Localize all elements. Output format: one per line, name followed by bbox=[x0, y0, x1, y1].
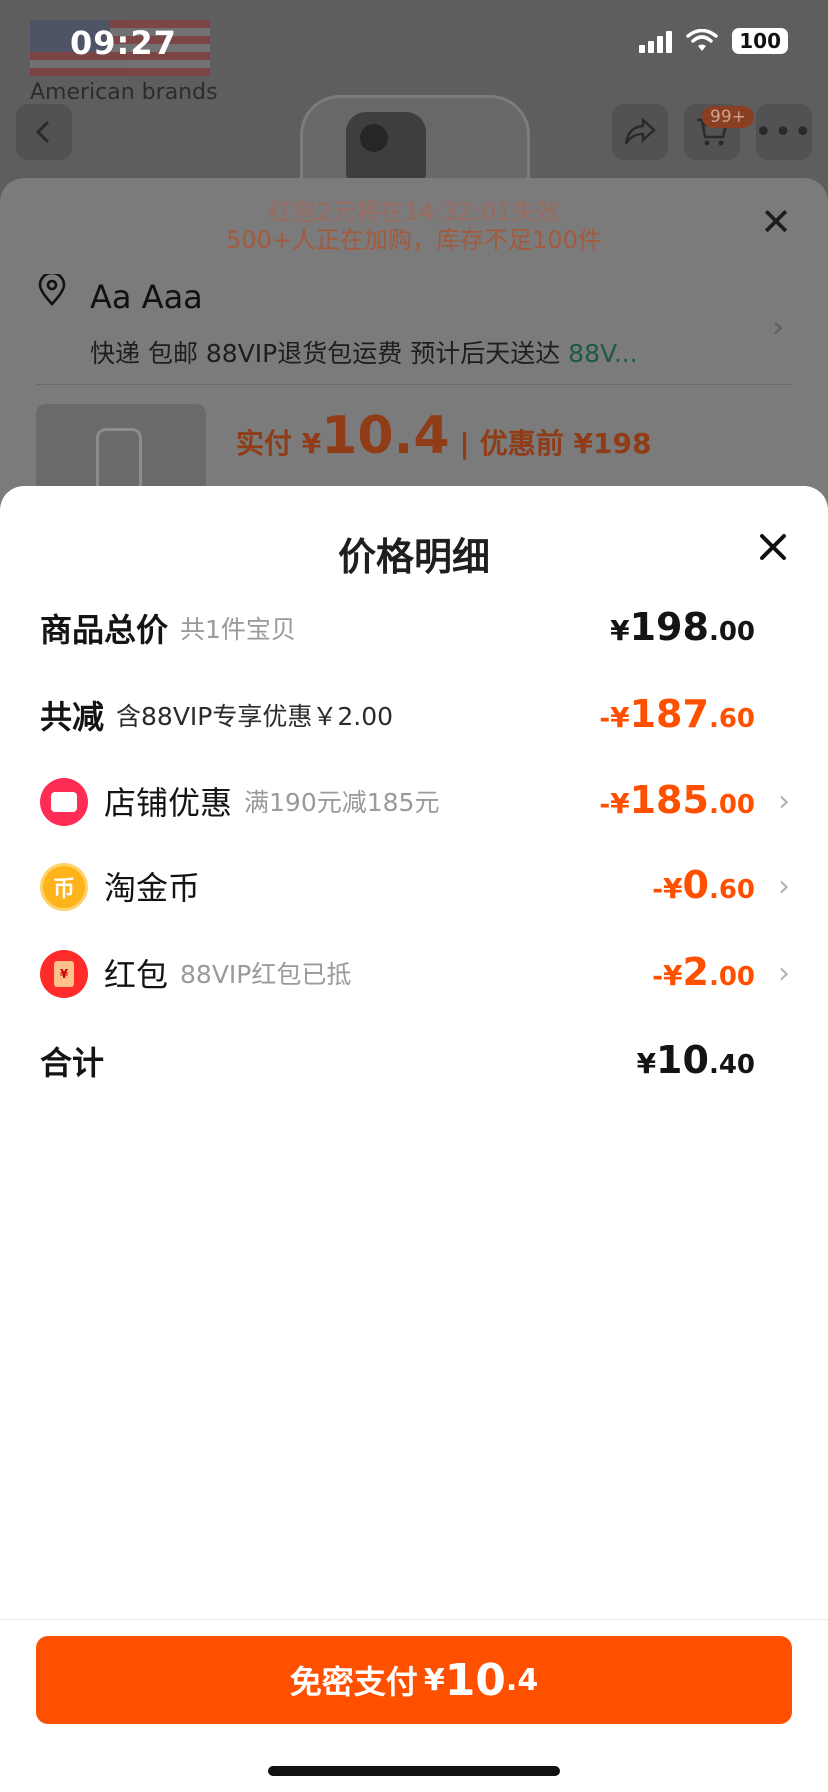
currency-symbol: ¥ bbox=[423, 1662, 445, 1698]
amount-sign: - bbox=[599, 704, 611, 734]
status-bar-icons: 100 bbox=[639, 28, 788, 54]
row-label-group: 商品总价 共1件宝贝 bbox=[40, 593, 296, 663]
amount-integer: 187 bbox=[629, 692, 709, 736]
chevron-right-icon[interactable]: › bbox=[772, 310, 784, 345]
pay-button-label: 免密支付 bbox=[289, 1663, 418, 1701]
more-icon: ••• bbox=[754, 114, 814, 150]
gold-coin-icon: 币 bbox=[40, 863, 88, 911]
shop-icon bbox=[40, 778, 88, 826]
share-icon bbox=[624, 117, 656, 145]
row-label-group: 淘金币 bbox=[104, 851, 200, 921]
amount-sign: - bbox=[599, 790, 611, 820]
stock-notice: 500+人正在加购，库存不足100件 bbox=[226, 226, 602, 254]
row-red-packet[interactable]: ¥ 红包 88VIP红包已抵 - ¥2.00 › bbox=[0, 938, 828, 1008]
delivery-text: 快递 包邮 88VIP退货包运费 预计后天送达 bbox=[90, 339, 561, 368]
currency-symbol: ¥ bbox=[663, 959, 683, 992]
amount-decimal: .00 bbox=[708, 617, 755, 647]
row-sub: 共1件宝贝 bbox=[180, 615, 296, 644]
delivery-info: 快递 包邮 88VIP退货包运费 预计后天送达 88V... bbox=[90, 334, 638, 370]
pay-summary: 实付 ¥10.4 | 优惠前 ¥198 bbox=[236, 406, 651, 466]
row-label-group: 共减 含88VIP专享优惠￥2.00 bbox=[40, 680, 393, 750]
amount-integer: 198 bbox=[629, 605, 709, 649]
amount-decimal: .00 bbox=[708, 790, 755, 820]
row-amount: - ¥185.00 bbox=[599, 766, 755, 836]
delivery-vip-text: 88V... bbox=[568, 339, 638, 368]
chevron-right-icon: › bbox=[778, 955, 790, 991]
red-packet-icon: ¥ bbox=[40, 950, 88, 998]
row-label: 淘金币 bbox=[104, 869, 201, 907]
currency-symbol: ¥ bbox=[663, 872, 683, 905]
row-label: 合计 bbox=[40, 1044, 105, 1082]
row-gold-coin[interactable]: 币 淘金币 - ¥0.60 › bbox=[0, 851, 828, 921]
before-discount-price: 优惠前 ¥198 bbox=[479, 427, 652, 460]
amount-decimal: .60 bbox=[708, 704, 755, 734]
footer-divider bbox=[0, 1619, 828, 1620]
home-indicator bbox=[268, 1766, 560, 1776]
pay-amount: 10.4 bbox=[321, 406, 450, 466]
amount-integer: 10 bbox=[444, 1654, 506, 1706]
close-icon bbox=[760, 534, 786, 560]
amount-decimal: .4 bbox=[505, 1662, 539, 1698]
chevron-right-icon: › bbox=[778, 868, 790, 904]
amount-integer: 0 bbox=[682, 863, 709, 907]
row-label: 店铺优惠 bbox=[104, 784, 233, 822]
pay-label: 实付 ¥ bbox=[236, 427, 322, 460]
row-shop-discount[interactable]: 店铺优惠 满190元减185元 - ¥185.00 › bbox=[0, 766, 828, 836]
currency-symbol: ¥ bbox=[610, 787, 630, 820]
red-packet-glyph: ¥ bbox=[54, 961, 74, 987]
order-sheet-close-button[interactable]: ✕ bbox=[760, 200, 792, 244]
status-bar-time: 09:27 bbox=[70, 24, 177, 62]
amount-decimal: .40 bbox=[708, 1050, 755, 1080]
more-button[interactable]: ••• bbox=[754, 104, 814, 160]
amount-integer: 185 bbox=[629, 778, 709, 822]
row-amount: ¥10.40 bbox=[637, 1026, 755, 1096]
address-name[interactable]: Aa Aaa bbox=[90, 278, 203, 316]
cellular-signal-icon bbox=[639, 29, 673, 53]
separator: | bbox=[459, 427, 470, 460]
row-label-group: 红包 88VIP红包已抵 bbox=[104, 938, 351, 1008]
row-amount: - ¥187.60 bbox=[599, 680, 755, 750]
row-label: 红包 bbox=[104, 956, 169, 994]
row-total-discount: 共减 含88VIP专享优惠￥2.00 - ¥187.60 bbox=[0, 680, 828, 750]
row-total-goods-price: 商品总价 共1件宝贝 ¥198.00 bbox=[0, 593, 828, 663]
order-sheet: 红包2元将在14:32:01失效 500+人正在加购，库存不足100件 ✕ Aa… bbox=[0, 178, 828, 534]
row-amount: - ¥2.00 bbox=[652, 938, 755, 1008]
row-label: 商品总价 bbox=[40, 611, 169, 649]
divider bbox=[36, 384, 792, 385]
row-sub: 88VIP红包已抵 bbox=[180, 960, 352, 989]
price-detail-sheet: 价格明细 商品总价 共1件宝贝 ¥198.00 共减 含88VIP专享优惠￥2.… bbox=[0, 486, 828, 1792]
row-label-group: 合计 bbox=[40, 1026, 104, 1096]
amount-decimal: .60 bbox=[708, 875, 755, 905]
row-grand-total: 合计 ¥10.40 bbox=[0, 1026, 828, 1096]
chevron-right-icon: › bbox=[778, 783, 790, 819]
row-sub: 含88VIP专享优惠￥2.00 bbox=[116, 702, 394, 731]
share-button[interactable] bbox=[612, 104, 668, 160]
amount-sign: - bbox=[652, 875, 663, 905]
row-label: 共减 bbox=[40, 698, 105, 736]
amount-sign: - bbox=[652, 962, 663, 992]
location-pin-icon bbox=[38, 274, 66, 306]
amount-integer: 10 bbox=[656, 1038, 709, 1082]
back-button[interactable] bbox=[16, 104, 72, 160]
sheet-title: 价格明细 bbox=[337, 535, 490, 579]
currency-symbol: ¥ bbox=[610, 614, 630, 647]
chevron-left-icon bbox=[35, 120, 50, 144]
row-label-group: 店铺优惠 满190元减185元 bbox=[104, 766, 439, 836]
brand-caption: American brands bbox=[30, 80, 218, 105]
close-button[interactable] bbox=[758, 526, 788, 572]
amount-decimal: .00 bbox=[708, 962, 755, 992]
password-free-pay-button[interactable]: 免密支付 ¥10.4 bbox=[36, 1636, 792, 1724]
currency-symbol: ¥ bbox=[636, 1047, 657, 1080]
row-amount: ¥198.00 bbox=[610, 593, 755, 663]
battery-icon: 100 bbox=[732, 28, 788, 54]
amount-integer: 2 bbox=[682, 950, 709, 994]
row-amount: - ¥0.60 bbox=[652, 851, 755, 921]
wifi-icon bbox=[686, 29, 718, 51]
row-sub: 满190元减185元 bbox=[244, 788, 440, 817]
currency-symbol: ¥ bbox=[610, 701, 630, 734]
cart-badge: 99+ bbox=[702, 106, 754, 128]
